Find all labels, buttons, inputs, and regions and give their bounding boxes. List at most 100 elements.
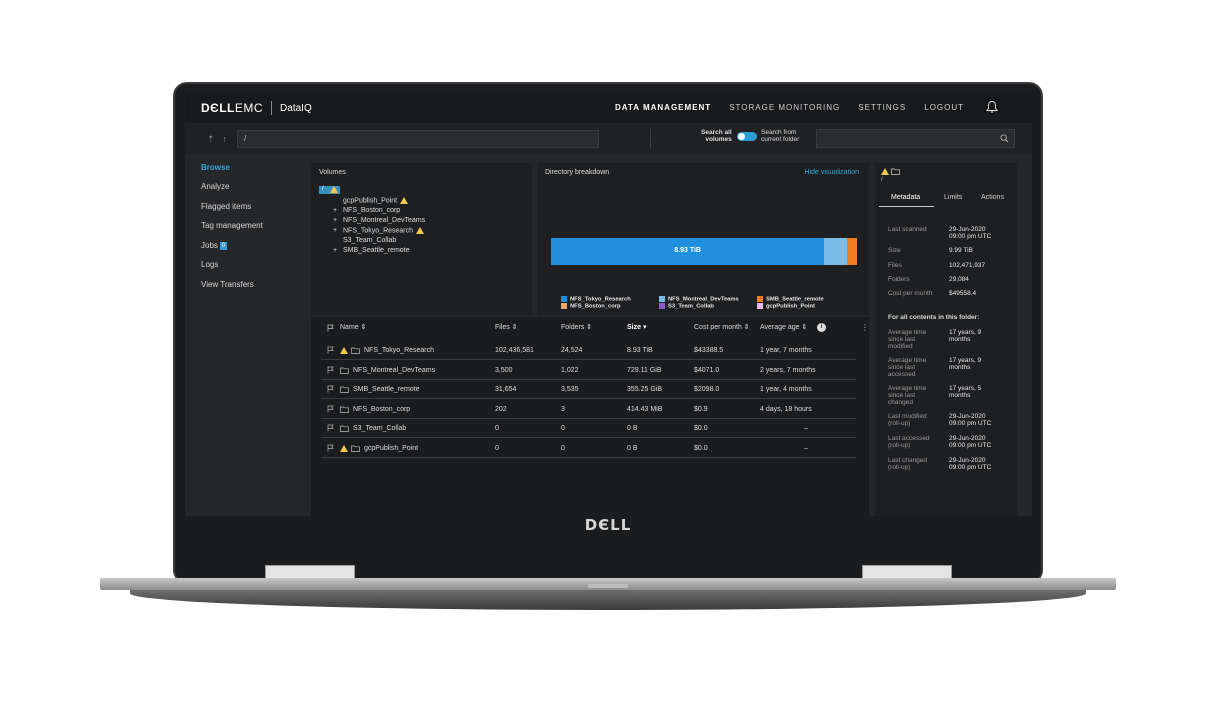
row-size: 355.25 GiB: [627, 386, 663, 393]
col-name[interactable]: Name ⇕: [340, 323, 367, 331]
sidebar-item-tags[interactable]: Tag management: [201, 221, 263, 230]
app-name: DataIQ: [280, 102, 312, 114]
bezel-logo: DЄLL: [584, 516, 632, 534]
table-row[interactable]: SMB_Seattle_remote 31,654 3,535 355.25 GiB $…: [321, 380, 856, 399]
nav-data-management[interactable]: DATA MANAGEMENT: [615, 103, 711, 112]
row-files: 3,500: [495, 366, 513, 374]
top-bar: DЄLLEMC DataIQ DATA MANAGEMENT STORAGE M…: [185, 93, 1032, 123]
row-size: 0 B: [627, 444, 638, 452]
flag-icon[interactable]: [327, 444, 334, 452]
directory-breakdown-panel: Directory breakdown Hide visualization 8…: [537, 163, 869, 315]
row-name: NFS_Boston_corp: [353, 405, 411, 413]
volume-name: S3_Team_Collab: [343, 237, 397, 244]
more-icon[interactable]: ⋮: [861, 323, 869, 332]
jobs-badge: 0: [219, 241, 227, 250]
bell-icon[interactable]: [985, 100, 999, 114]
expand-icon[interactable]: +: [333, 207, 343, 214]
expand-icon[interactable]: +: [333, 247, 343, 254]
volume-item[interactable]: gcpPublish_Point: [333, 197, 409, 204]
row-cost: $4071.0: [694, 366, 720, 374]
main-nav: DATA MANAGEMENT STORAGE MONITORING SETTI…: [615, 103, 964, 112]
row-age: 2 years, 7 months: [760, 366, 816, 374]
nav-settings[interactable]: SETTINGS: [858, 103, 906, 112]
bar-segment-nfs-montreal-devteams[interactable]: [824, 238, 847, 265]
legend-swatch: [757, 296, 763, 302]
row-name: NFS_Montreal_DevTeams: [353, 366, 436, 374]
legend-label: gcpPublish_Point: [766, 303, 815, 310]
col-average-age[interactable]: Average age ⇕: [760, 323, 807, 331]
flag-icon[interactable]: [327, 366, 334, 374]
legend-item: S3_Team_Collab: [659, 303, 714, 310]
sidebar-item-analyze[interactable]: Analyze: [201, 182, 229, 191]
expand-icon[interactable]: +: [333, 217, 343, 224]
flag-icon[interactable]: [327, 385, 334, 393]
table-row[interactable]: NFS_Tokyo_Research 102,436,581 24,524 8.93 …: [321, 341, 856, 360]
sidebar-item-browse[interactable]: Browse: [201, 163, 230, 172]
root-label: /: [322, 186, 324, 192]
current-path: /: [881, 177, 883, 183]
volume-root-node[interactable]: /: [319, 186, 340, 194]
volume-item[interactable]: + NFS_Montreal_DevTeams: [333, 217, 425, 224]
nav-storage-monitoring[interactable]: STORAGE MONITORING: [729, 103, 840, 112]
section-title: For all contents in this folder:: [888, 314, 980, 321]
sidebar-item-transfers[interactable]: View Transfers: [201, 280, 254, 289]
bar-segment-nfs-tokyo-research[interactable]: 8.93 TiB: [551, 238, 825, 265]
folder-icon: [351, 445, 360, 452]
metadata-key: Last changed (roll-up): [888, 457, 928, 471]
brand-separator: [271, 101, 273, 115]
col-cost[interactable]: Cost per month ⇕: [694, 323, 750, 331]
col-files[interactable]: Files ⇕: [495, 323, 518, 331]
tab-limits[interactable]: Limits: [944, 194, 962, 201]
nav-logout[interactable]: LOGOUT: [924, 103, 964, 112]
metadata-key: Size: [888, 247, 901, 254]
table-row[interactable]: gcpPublish_Point 0 0 0 B $0.0 –: [321, 439, 856, 458]
hide-visualization-link[interactable]: Hide visualization: [805, 169, 859, 176]
metadata-key: Files: [888, 262, 902, 269]
col-folders[interactable]: Folders ⇕: [561, 323, 592, 331]
sidebar-item-logs[interactable]: Logs: [201, 260, 218, 269]
go-up-icon[interactable]: ↑: [223, 134, 228, 145]
volume-item[interactable]: S3_Team_Collab: [333, 237, 396, 244]
volume-item[interactable]: + NFS_Tokyo_Research: [333, 227, 425, 234]
search-scope-toggle[interactable]: [737, 132, 757, 141]
legend-swatch: [561, 303, 567, 309]
expand-icon[interactable]: +: [333, 227, 343, 234]
info-icon[interactable]: i: [817, 323, 826, 332]
flag-icon[interactable]: [327, 424, 334, 432]
tab-metadata[interactable]: Metadata: [891, 194, 920, 201]
tab-actions[interactable]: Actions: [981, 194, 1004, 201]
col-size[interactable]: Size ▾: [627, 323, 646, 331]
volume-item[interactable]: + SMB_Seattle_remote: [333, 247, 410, 254]
legend-swatch: [659, 296, 665, 302]
table-row[interactable]: NFS_Montreal_DevTeams 3,500 1,022 729.11 Gi…: [321, 361, 856, 380]
go-top-icon[interactable]: ⇡: [207, 134, 215, 145]
row-size: 0 B: [627, 425, 638, 432]
path-input[interactable]: /: [237, 130, 599, 148]
metadata-value: 17 years, 9 months: [949, 329, 982, 343]
folder-table: Name ⇕ Files ⇕ Folders ⇕ Size ▾ Cost per…: [311, 317, 869, 516]
row-files: 0: [495, 425, 499, 432]
legend-swatch: [561, 296, 567, 302]
search-input[interactable]: [816, 129, 1015, 148]
sidebar-item-jobs[interactable]: Jobs 0: [201, 241, 227, 250]
metadata-key: Last modified (roll-up): [888, 413, 927, 427]
search-icon[interactable]: [1000, 134, 1009, 143]
nav-arrows: ⇡ ↑: [207, 134, 227, 145]
flag-icon[interactable]: [327, 346, 334, 354]
row-name: gcpPublish_Point: [364, 444, 419, 452]
volume-item[interactable]: + NFS_Boston_corp: [333, 207, 400, 214]
volume-name: NFS_Boston_corp: [343, 207, 401, 214]
row-folders: 3: [561, 405, 565, 413]
row-age: 4 days, 18 hours: [760, 405, 812, 413]
flag-icon[interactable]: [327, 405, 334, 413]
bar-segment-smb-seattle-remote[interactable]: [846, 238, 857, 265]
table-row[interactable]: NFS_Boston_corp 202 3 414.43 MiB $0.9 4 days,…: [321, 400, 856, 419]
row-cost: $0.0: [694, 425, 708, 432]
sidebar-item-flagged[interactable]: Flagged items: [201, 202, 251, 211]
row-files: 31,654: [495, 386, 517, 393]
warning-icon: [881, 168, 889, 175]
metadata-key: Cost per month: [888, 290, 933, 297]
flag-icon[interactable]: [327, 324, 334, 332]
table-row[interactable]: S3_Team_Collab 0 0 0 B $0.0 –: [321, 419, 856, 438]
row-folders: 3,535: [561, 386, 579, 393]
